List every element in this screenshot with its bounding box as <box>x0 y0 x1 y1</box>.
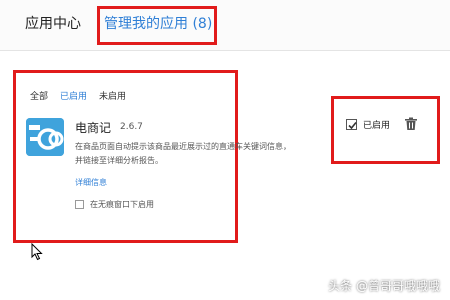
incognito-toggle[interactable]: 在无痕窗口下启用 <box>75 199 154 210</box>
extension-version: 2.6.7 <box>120 122 143 132</box>
extension-description-line1: 在商品页面自动提示该商品最近展示过的直通车关键词信息， <box>75 142 291 151</box>
extension-description: 在商品页面自动提示该商品最近展示过的直通车关键词信息， 并链接至详细分析报告。 <box>75 140 325 168</box>
enabled-label: 已启用 <box>363 121 391 131</box>
tab-app-center[interactable]: 应用中心 <box>25 13 81 33</box>
extension-name: 电商记 <box>75 121 112 135</box>
tab-manage-my-apps[interactable]: 管理我的应用 (8) <box>104 13 212 33</box>
incognito-checkbox[interactable] <box>75 200 84 209</box>
details-link[interactable]: 详细信息 <box>75 177 107 188</box>
active-tab-underline <box>100 43 210 45</box>
extension-manager-page: 应用中心 管理我的应用 (8) 全部 已启用 未启用 电商记 2.6.7 在商品… <box>0 0 450 300</box>
mouse-cursor-icon <box>31 242 43 261</box>
extension-icon <box>26 118 64 156</box>
checkmark-icon <box>348 121 357 130</box>
enabled-checkbox[interactable] <box>346 119 357 130</box>
enabled-toggle[interactable]: 已启用 <box>346 118 390 131</box>
watermark-text: 头条 @曾哥哥哦哦哦 <box>328 279 440 293</box>
extension-logo-icon <box>26 118 64 156</box>
trash-icon[interactable] <box>404 116 418 130</box>
filter-enabled[interactable]: 已启用 <box>60 89 87 102</box>
watermark: 头条 @曾哥哥哦哦哦 <box>328 277 440 294</box>
filter-all[interactable]: 全部 <box>30 89 48 102</box>
filter-disabled[interactable]: 未启用 <box>99 89 126 102</box>
incognito-label: 在无痕窗口下启用 <box>90 200 154 209</box>
extension-description-line2: 并链接至详细分析报告。 <box>75 156 163 165</box>
filter-row: 全部 已启用 未启用 <box>30 89 126 102</box>
